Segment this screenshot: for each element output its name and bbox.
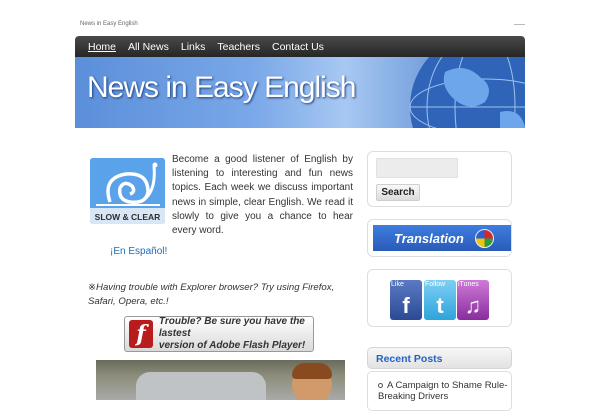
nav-contact-us[interactable]: Contact Us [272,41,324,53]
twitter-label: Follow [425,281,446,288]
nav-teachers[interactable]: Teachers [217,41,260,53]
flash-player-banner[interactable]: f Trouble? Be sure you have the lastest … [124,316,314,352]
photo-car [136,372,266,400]
search-button[interactable]: Search [376,184,420,201]
recent-post-title: A Campaign to Shame Rule-Breaking Driver… [378,380,508,402]
facebook-icon: f [402,293,410,318]
twitter-follow-button[interactable]: Follow t [424,280,456,320]
translation-widget: Translation [367,219,512,257]
banner-title: News in Easy English [87,71,356,104]
flash-icon: f [129,320,153,348]
twitter-icon: t [436,293,444,318]
intro-text: Become a good listener of English by lis… [172,154,353,237]
facebook-label: Like [391,281,404,288]
recent-posts-heading: Recent Posts [367,347,512,369]
translation-button[interactable]: Translation [373,225,511,251]
espanol-link[interactable]: ¡En Español! [110,246,167,257]
social-widget: Like f Follow t iTunes ♫ [367,269,512,327]
flash-banner-text: Trouble? Be sure you have the lastest ve… [159,316,313,352]
itunes-icon: ♫ [464,293,482,318]
itunes-button[interactable]: iTunes ♫ [457,280,489,320]
logo-caption: SLOW & CLEAR [95,212,161,222]
globe-icon [409,57,525,128]
bullet-icon [378,382,383,388]
notice-mark: ※ [88,282,97,293]
recent-posts-list: A Campaign to Shame Rule-Breaking Driver… [367,371,512,411]
search-widget: Search [367,151,512,207]
itunes-label: iTunes [458,281,479,288]
recent-post-item[interactable]: A Campaign to Shame Rule-Breaking Driver… [378,380,508,402]
flash-banner-line1: Trouble? Be sure you have the lastest [158,316,305,339]
news-photo[interactable] [96,360,345,400]
world-flags-icon [475,229,494,248]
slow-and-clear-logo: SLOW & CLEAR [90,158,165,224]
browser-notice: ※Having trouble with Explorer browser? T… [88,281,353,309]
notice-text: Having trouble with Explorer browser? Tr… [88,282,335,307]
main-nav: Home All News Links Teachers Contact Us [75,36,525,57]
search-input[interactable] [376,158,458,178]
facebook-like-button[interactable]: Like f [390,280,422,320]
flash-banner-line2: version of Adobe Flash Player! [158,340,306,351]
site-description: News in Easy English [80,21,138,27]
nav-home[interactable]: Home [88,41,116,53]
nav-all-news[interactable]: All News [128,41,169,53]
header-divider [514,24,525,25]
photo-person-hair [292,363,332,379]
recent-posts-widget: Recent Posts A Campaign to Shame Rule-Br… [367,347,512,411]
translation-label: Translation [394,230,464,246]
nav-links[interactable]: Links [181,41,206,53]
site-banner[interactable]: News in Easy English [75,57,525,128]
